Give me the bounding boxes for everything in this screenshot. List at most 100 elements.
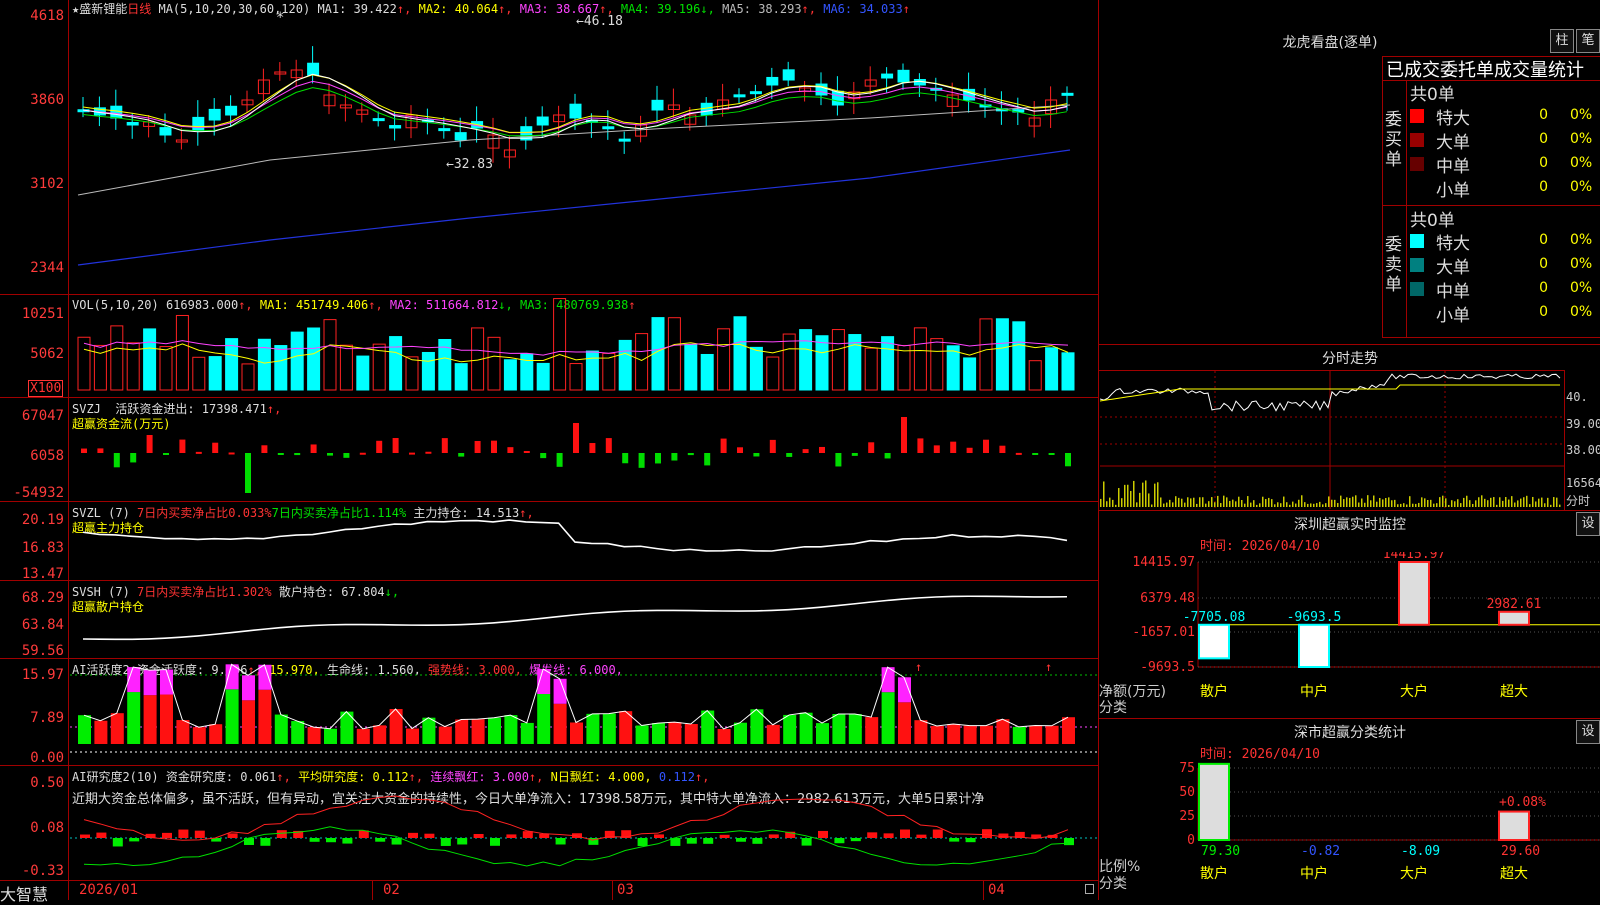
ai1-bar xyxy=(586,713,600,744)
intraday-volume-bar xyxy=(1391,500,1393,507)
intraday-volume-bar xyxy=(1421,497,1423,507)
volume-bar xyxy=(585,350,599,391)
ai2-bar xyxy=(129,838,140,842)
sell-color-swatch xyxy=(1410,282,1424,296)
intraday-volume-bar xyxy=(1433,503,1435,507)
intraday-chart[interactable] xyxy=(1100,371,1564,509)
intraday-volume-bar xyxy=(1535,501,1537,507)
intraday-volume-bar xyxy=(1430,499,1432,507)
intraday-volume-bar xyxy=(1325,503,1327,507)
svzj-tick-1: 67047 xyxy=(21,408,64,424)
intraday-volume-bar xyxy=(1379,497,1381,507)
sell-color-swatch xyxy=(1410,258,1424,272)
intraday-volume-bar xyxy=(1520,498,1522,507)
candle xyxy=(782,69,795,81)
intraday-volume-bar xyxy=(1376,501,1378,507)
intraday-volume-bar xyxy=(1157,482,1159,507)
svzj-bar xyxy=(523,450,530,453)
intraday-volume-bar xyxy=(1478,497,1480,507)
ai1-bar xyxy=(176,720,190,744)
svzj-bar xyxy=(376,440,383,453)
buy-row-count: 0 xyxy=(1539,131,1548,147)
lock-icon[interactable] xyxy=(1085,884,1094,894)
intraday-volume-bar xyxy=(1298,499,1300,507)
candlestick-chart[interactable] xyxy=(70,0,1098,294)
svzj-bar xyxy=(655,453,661,464)
sz-class-top-right: +0.08% xyxy=(1499,795,1546,810)
svzj-bar xyxy=(720,438,727,453)
dragon-header: 已成交委托单成交量统计 xyxy=(1386,60,1584,81)
ai2-bar xyxy=(178,829,189,838)
volume-bar xyxy=(159,346,173,391)
ai2-tick-2: 0.08 xyxy=(30,820,64,836)
sz-class-settings-button[interactable]: 设 xyxy=(1576,720,1600,744)
intraday-volume-bar xyxy=(1409,496,1411,507)
svzj-bar xyxy=(933,445,940,453)
intraday-volume-bar xyxy=(1517,500,1519,507)
intraday-volume-bar xyxy=(1163,503,1165,507)
sell-color-swatch xyxy=(1410,234,1424,248)
intraday-volume-bar xyxy=(1205,503,1207,507)
ai2-bar xyxy=(276,830,287,838)
ai1-bar xyxy=(160,694,173,744)
ai2-bar xyxy=(982,829,992,838)
volume-bar xyxy=(77,336,91,391)
ai2-bar xyxy=(818,830,828,838)
intraday-volume-bar xyxy=(1337,502,1339,507)
sell-row-percent: 0% xyxy=(1570,280,1593,296)
svzj-bar xyxy=(638,453,645,468)
ai1-bar xyxy=(783,714,797,744)
svzj-bar xyxy=(130,453,137,463)
sz-monitor-category: 散户 xyxy=(1200,683,1228,700)
volume-bar xyxy=(733,316,747,391)
intraday-volume-bar xyxy=(1169,499,1171,507)
ai2-bar xyxy=(408,832,418,838)
svsh-tick-2: 63.84 xyxy=(21,617,64,633)
ai1-peak-bar xyxy=(143,670,157,696)
ai2-bar xyxy=(883,833,894,838)
ai2-bar xyxy=(965,838,976,843)
volume-bar xyxy=(717,328,731,391)
volume-bar xyxy=(356,355,370,391)
ai2-bar xyxy=(1064,838,1074,846)
svzj-bar xyxy=(507,447,514,453)
sz-monitor-y-tick: 6379.48 xyxy=(1140,591,1195,606)
svzj-bar xyxy=(802,449,809,453)
volume-bar xyxy=(487,336,501,391)
intraday-volume-bar xyxy=(1526,495,1528,507)
sz-monitor-value-label: 2982.61 xyxy=(1487,597,1542,612)
sz-monitor-bar xyxy=(1298,623,1330,669)
volume-bar xyxy=(553,298,567,391)
ai1-bar xyxy=(602,713,616,744)
candle xyxy=(569,103,582,119)
ai2-bar xyxy=(162,832,172,838)
candle xyxy=(1061,92,1074,96)
intraday-volume-bar xyxy=(1331,499,1333,507)
intraday-volume-bar xyxy=(1277,502,1279,507)
intraday-volume-bar xyxy=(1259,503,1261,507)
svzj-bar xyxy=(1065,453,1071,467)
intraday-volume-bar xyxy=(1460,503,1462,507)
sz-monitor-settings-button[interactable]: 设 xyxy=(1576,512,1600,536)
buy-row-count: 0 xyxy=(1539,179,1548,195)
bar-view-button[interactable]: 柱 xyxy=(1550,29,1574,53)
intraday-volume-bar xyxy=(1265,499,1267,507)
tick-view-button[interactable]: 笔 xyxy=(1576,29,1600,53)
svzl-tick-3: 13.47 xyxy=(21,566,64,582)
volume-bar xyxy=(881,336,895,391)
vol-unit[interactable]: X100 xyxy=(28,380,64,397)
x-label-jan: 2026/01 xyxy=(79,882,139,898)
ai2-bar xyxy=(391,838,402,845)
intraday-volume-bar xyxy=(1313,503,1315,507)
svzj-bar xyxy=(81,448,87,453)
svzj-tick-2: 6058 xyxy=(30,448,64,464)
intraday-volume-bar xyxy=(1529,504,1531,507)
intraday-volume-bar xyxy=(1154,483,1156,507)
svzj-bar xyxy=(97,448,104,453)
ai1-bar xyxy=(143,695,157,744)
sz-monitor-y-tick: -9693.5 xyxy=(1140,660,1195,675)
volume-bar xyxy=(963,357,977,391)
ai1-bar xyxy=(438,726,452,744)
intraday-volume-bar xyxy=(1436,503,1438,507)
sz-monitor-y-tick: 14415.97 xyxy=(1132,555,1195,570)
